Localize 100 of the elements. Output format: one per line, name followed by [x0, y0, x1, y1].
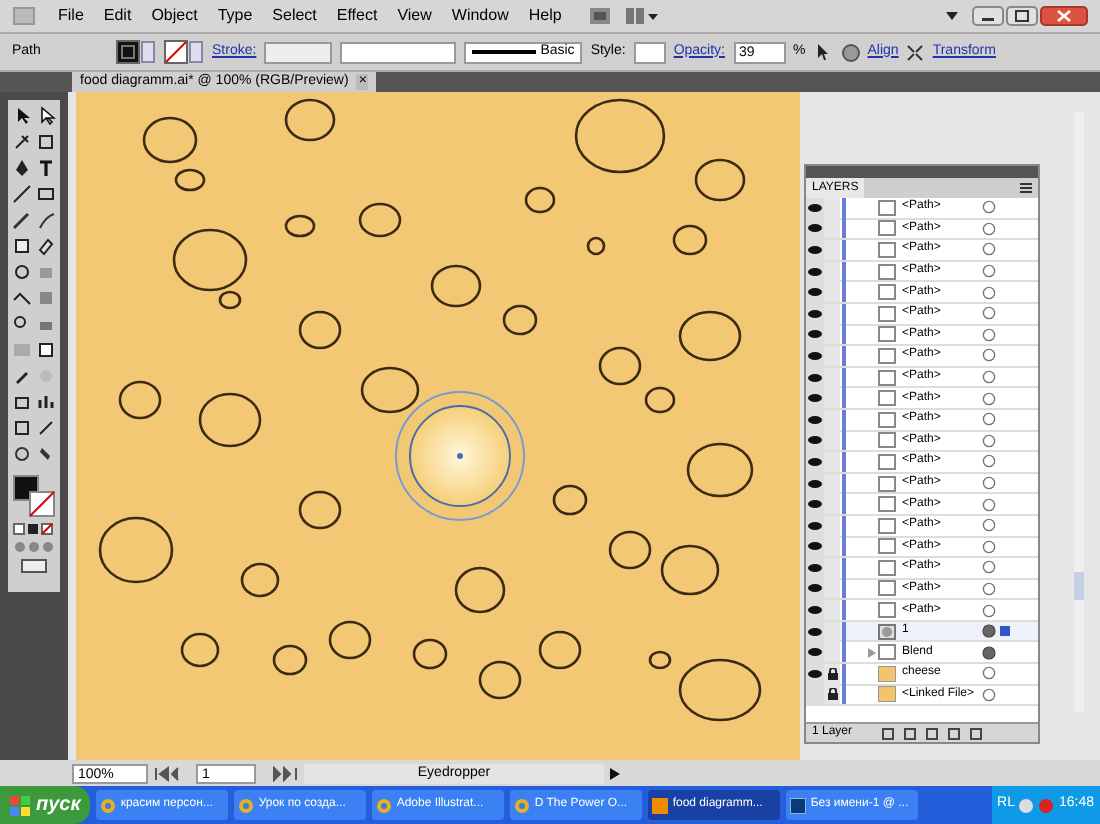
- visibility-toggle[interactable]: [806, 218, 824, 239]
- minimize-icon[interactable]: [972, 6, 1004, 26]
- arrange-documents-icon[interactable]: [623, 6, 660, 26]
- visibility-toggle[interactable]: [806, 578, 824, 599]
- visibility-toggle[interactable]: [806, 198, 824, 218]
- lock-toggle[interactable]: [824, 409, 840, 430]
- menu-item[interactable]: View: [387, 4, 442, 28]
- layer-thumbnail-icon: [878, 623, 896, 640]
- selection-indicator[interactable]: [1000, 626, 1010, 637]
- app-icon: [790, 797, 807, 813]
- expand-arrow-icon[interactable]: [868, 647, 876, 658]
- fill-swatch-icon[interactable]: [116, 40, 156, 64]
- restore-icon[interactable]: [1006, 6, 1038, 26]
- menu-item[interactable]: Window: [441, 4, 519, 28]
- lock-toggle[interactable]: [824, 367, 840, 388]
- lock-toggle[interactable]: [824, 515, 840, 536]
- lock-icon: [827, 667, 837, 680]
- lock-toggle[interactable]: [824, 557, 840, 578]
- lock-toggle[interactable]: [824, 621, 840, 642]
- color-mode-icon[interactable]: [12, 522, 56, 536]
- visibility-toggle[interactable]: [806, 451, 824, 472]
- visibility-toggle[interactable]: [806, 367, 824, 388]
- start-button[interactable]: пуск: [0, 786, 91, 824]
- pen-tool-icon[interactable]: [12, 158, 32, 178]
- visibility-toggle[interactable]: [806, 684, 824, 705]
- menu-item[interactable]: Type: [207, 4, 263, 28]
- visibility-toggle[interactable]: [806, 388, 824, 409]
- visibility-toggle[interactable]: [806, 324, 824, 345]
- lock-toggle[interactable]: [824, 684, 840, 705]
- stroke-swatch-icon[interactable]: [164, 40, 204, 64]
- lock-toggle[interactable]: [824, 663, 840, 684]
- visibility-toggle[interactable]: [806, 642, 824, 663]
- stroke-weight-field[interactable]: [264, 41, 333, 63]
- paintbrush-icon[interactable]: [12, 210, 32, 230]
- lock-toggle[interactable]: [824, 345, 840, 366]
- lock-toggle[interactable]: [824, 239, 840, 260]
- app-icon: [514, 797, 531, 813]
- visibility-toggle[interactable]: [806, 345, 824, 366]
- lock-toggle[interactable]: [824, 261, 840, 282]
- magic-wand-icon[interactable]: [12, 132, 32, 152]
- app-icon: [238, 797, 255, 813]
- lock-toggle[interactable]: [824, 388, 840, 409]
- visibility-toggle[interactable]: [806, 621, 824, 642]
- visibility-toggle[interactable]: [806, 536, 824, 557]
- visibility-toggle[interactable]: [806, 600, 824, 621]
- visibility-toggle[interactable]: [806, 239, 824, 260]
- menu-item[interactable]: Select: [262, 4, 327, 28]
- variable-width-field[interactable]: [340, 41, 457, 63]
- direct-selection-tool-icon[interactable]: [36, 106, 56, 126]
- visibility-toggle[interactable]: [806, 494, 824, 515]
- panel-menu-icon[interactable]: [1018, 182, 1034, 194]
- visibility-toggle[interactable]: [806, 663, 824, 684]
- slice-tool-icon[interactable]: [36, 418, 56, 438]
- visibility-toggle[interactable]: [806, 303, 824, 324]
- menu-item[interactable]: Edit: [93, 4, 142, 28]
- screen-mode-icon[interactable]: [20, 558, 48, 574]
- bridge-icon[interactable]: [587, 6, 612, 26]
- fill-stroke-swatches-icon[interactable]: [12, 474, 56, 518]
- eraser-icon[interactable]: [36, 236, 56, 256]
- lock-toggle[interactable]: [824, 303, 840, 324]
- menu-item[interactable]: Object: [141, 4, 208, 28]
- graph-tool-icon[interactable]: [36, 392, 56, 412]
- visibility-toggle[interactable]: [806, 473, 824, 494]
- visibility-toggle[interactable]: [806, 282, 824, 303]
- expand-icon: [906, 43, 925, 61]
- menu-item[interactable]: File: [48, 4, 94, 28]
- lock-toggle[interactable]: [824, 430, 840, 451]
- type-tool-icon[interactable]: [36, 158, 56, 178]
- rectangle-tool-icon[interactable]: [36, 184, 56, 204]
- menu-item[interactable]: Help: [518, 4, 572, 28]
- lock-toggle[interactable]: [824, 451, 840, 472]
- line-tool-icon[interactable]: [12, 184, 32, 204]
- visibility-toggle[interactable]: [806, 409, 824, 430]
- lock-toggle[interactable]: [824, 282, 840, 303]
- lock-toggle[interactable]: [824, 536, 840, 557]
- lock-toggle[interactable]: [824, 578, 840, 599]
- lock-toggle[interactable]: [824, 324, 840, 345]
- app-icon: [100, 797, 117, 813]
- lock-toggle[interactable]: [824, 600, 840, 621]
- visibility-toggle[interactable]: [806, 430, 824, 451]
- status-menu-icon[interactable]: [610, 767, 620, 779]
- visibility-toggle[interactable]: [806, 557, 824, 578]
- menu-item[interactable]: Effect: [326, 4, 388, 28]
- app-icon: [376, 797, 393, 813]
- lock-toggle[interactable]: [824, 473, 840, 494]
- eyedropper-icon[interactable]: [12, 366, 32, 386]
- windows-logo-icon: [10, 795, 30, 815]
- selection-tool-icon[interactable]: [813, 42, 834, 62]
- selection-tool-icon[interactable]: [12, 106, 32, 126]
- visibility-toggle[interactable]: [806, 515, 824, 536]
- caret-icon[interactable]: [946, 10, 958, 22]
- close-icon[interactable]: [1040, 6, 1088, 26]
- app-icon: [652, 797, 669, 813]
- visibility-toggle[interactable]: [806, 261, 824, 282]
- lock-toggle[interactable]: [824, 494, 840, 515]
- lock-icon: [827, 688, 837, 701]
- style-dropdown[interactable]: [633, 41, 666, 63]
- pencil-icon[interactable]: [36, 210, 56, 230]
- lock-toggle[interactable]: [824, 218, 840, 239]
- lock-toggle[interactable]: [824, 642, 840, 663]
